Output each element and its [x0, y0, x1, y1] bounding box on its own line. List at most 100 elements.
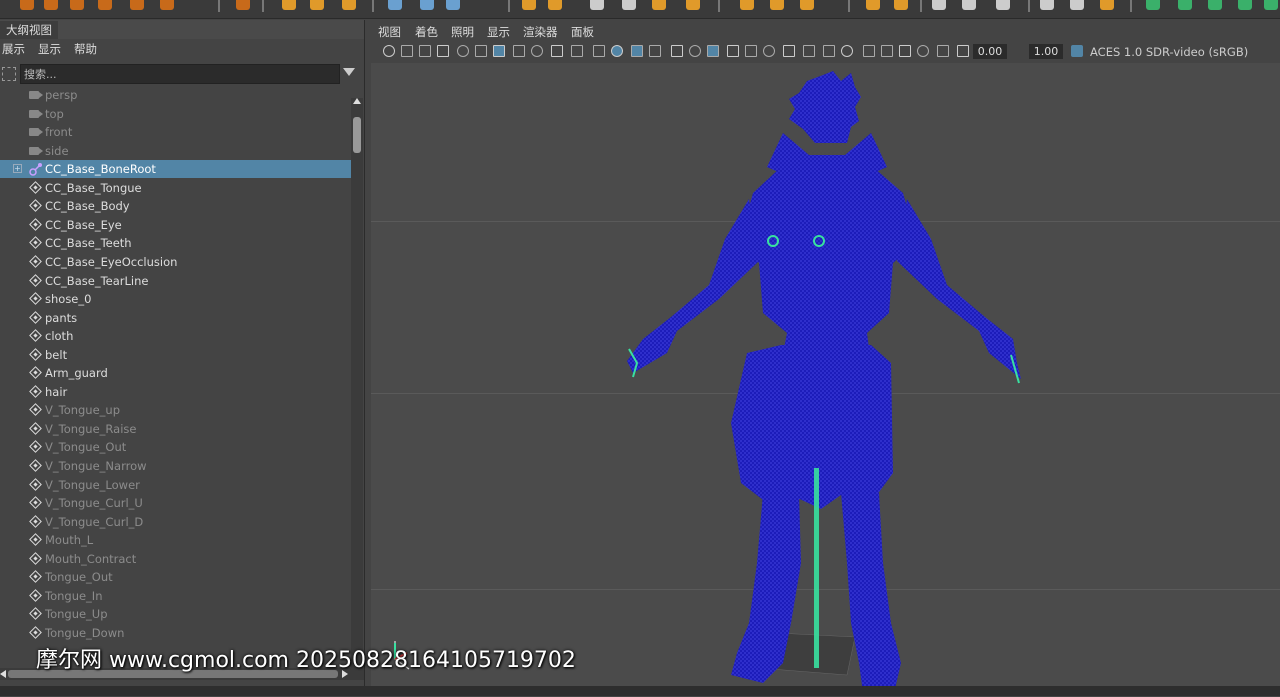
- shelf-tool-icon[interactable]: [44, 0, 58, 10]
- outliner-item[interactable]: Arm_guard: [0, 364, 351, 382]
- resolution-gate-icon[interactable]: [531, 45, 543, 57]
- outliner-menu-help[interactable]: 帮助: [74, 40, 97, 58]
- outliner-item[interactable]: V_Tongue_Curl_D: [0, 513, 351, 531]
- xray-active-icon[interactable]: [841, 45, 853, 57]
- gate-mask-icon[interactable]: [551, 45, 563, 57]
- grease-pencil-icon[interactable]: [475, 45, 487, 57]
- scroll-up-icon[interactable]: [353, 98, 361, 104]
- 2d-pan-icon[interactable]: [457, 45, 469, 57]
- shelf-tool-icon[interactable]: [1178, 0, 1192, 10]
- shelf-tool-icon[interactable]: [236, 0, 250, 10]
- color-space-label[interactable]: ACES 1.0 SDR-video (sRGB): [1090, 44, 1248, 60]
- xray-icon[interactable]: [671, 45, 683, 57]
- motion-blur-icon[interactable]: [745, 45, 757, 57]
- filter-icon[interactable]: [2, 67, 16, 81]
- shelf-tool-icon[interactable]: [130, 0, 144, 10]
- outliner-item[interactable]: belt: [0, 346, 351, 364]
- outliner-item[interactable]: Mouth_L: [0, 531, 351, 549]
- outliner-item[interactable]: Mouth_Contract: [0, 550, 351, 568]
- viewport-menu-view[interactable]: 视图: [378, 23, 401, 41]
- outliner-item[interactable]: Tongue_Up: [0, 605, 351, 623]
- character-wireframe[interactable]: [371, 63, 1280, 696]
- shelf-tool-icon[interactable]: [996, 0, 1010, 10]
- shelf-tool-icon[interactable]: [622, 0, 636, 10]
- outliner-item[interactable]: Tongue_In: [0, 587, 351, 605]
- outliner-item[interactable]: CC_Base_Eye: [0, 216, 351, 234]
- outliner-item[interactable]: CC_Base_Tongue: [0, 179, 351, 197]
- shelf-tool-icon[interactable]: [770, 0, 784, 10]
- outliner-item[interactable]: CC_Base_TearLine: [0, 272, 351, 290]
- bookmark-icon[interactable]: [419, 45, 431, 57]
- shelf-tool-icon[interactable]: [282, 0, 296, 10]
- fit-icon[interactable]: [899, 45, 911, 57]
- shelf-tool-icon[interactable]: [522, 0, 536, 10]
- shelf-tool-icon[interactable]: [740, 0, 754, 10]
- viewport-menu-lighting[interactable]: 照明: [451, 23, 474, 41]
- outliner-item[interactable]: Tongue_Down: [0, 624, 351, 642]
- gamma-icon[interactable]: [957, 45, 969, 57]
- wireframe-icon[interactable]: [611, 45, 623, 57]
- shelf-tool-icon[interactable]: [1070, 0, 1084, 10]
- shelf-tool-icon[interactable]: [548, 0, 562, 10]
- color-management-icon[interactable]: [1071, 45, 1083, 57]
- shelf-tool-icon[interactable]: [420, 0, 434, 10]
- shelf-tool-icon[interactable]: [1264, 0, 1278, 10]
- ambient-occlusion-icon[interactable]: [727, 45, 739, 57]
- outliner-item[interactable]: V_Tongue_Raise: [0, 420, 351, 438]
- outliner-item[interactable]: V_Tongue_Out: [0, 438, 351, 456]
- outliner-item[interactable]: cloth: [0, 327, 351, 345]
- select-camera-icon[interactable]: [383, 45, 395, 57]
- outliner-vertical-scrollbar[interactable]: [351, 98, 363, 678]
- outliner-item[interactable]: V_Tongue_Narrow: [0, 457, 351, 475]
- outliner-search-input[interactable]: 搜索...: [20, 64, 340, 84]
- select-icon[interactable]: [863, 45, 875, 57]
- outliner-item[interactable]: V_Tongue_Curl_U: [0, 494, 351, 512]
- default-material-icon[interactable]: [649, 45, 661, 57]
- shelf-tool-icon[interactable]: [962, 0, 976, 10]
- camera-mask-icon[interactable]: [917, 45, 929, 57]
- depth-of-field-icon[interactable]: [783, 45, 795, 57]
- shelf-tool-icon[interactable]: [932, 0, 946, 10]
- shelf-tool-icon[interactable]: [388, 0, 402, 10]
- film-gate-icon[interactable]: [513, 45, 525, 57]
- outliner-item[interactable]: shose_0: [0, 290, 351, 308]
- shelf-tool-icon[interactable]: [1040, 0, 1054, 10]
- viewport-menu-show[interactable]: 显示: [487, 23, 510, 41]
- smooth-shade-icon[interactable]: [631, 45, 643, 57]
- viewport-menu-shading[interactable]: 着色: [415, 23, 438, 41]
- resize-icon[interactable]: [881, 45, 893, 57]
- outliner-item[interactable]: V_Tongue_Lower: [0, 476, 351, 494]
- shelf-tool-icon[interactable]: [70, 0, 84, 10]
- outliner-menu-display[interactable]: 展示: [2, 40, 25, 58]
- viewport-menu-renderer[interactable]: 渲染器: [523, 23, 558, 41]
- camera-attr-icon[interactable]: [401, 45, 413, 57]
- shelf-tool-icon[interactable]: [98, 0, 112, 10]
- exposure-field[interactable]: 0.00: [973, 44, 1007, 59]
- outliner-item[interactable]: side: [0, 142, 351, 160]
- outliner-item[interactable]: top: [0, 105, 351, 123]
- outliner-item[interactable]: CC_Base_Body: [0, 197, 351, 215]
- outliner-item[interactable]: CC_Base_Teeth: [0, 234, 351, 252]
- outliner-item[interactable]: hair: [0, 383, 351, 401]
- field-chart-icon[interactable]: [571, 45, 583, 57]
- outliner-menu-show[interactable]: 显示: [38, 40, 61, 58]
- multisample-icon[interactable]: [763, 45, 775, 57]
- safe-action-icon[interactable]: [593, 45, 605, 57]
- shelf-tool-icon[interactable]: [686, 0, 700, 10]
- scroll-left-icon[interactable]: [0, 670, 6, 678]
- outliner-tab[interactable]: 大纲视图: [0, 21, 58, 39]
- shelf-tool-icon[interactable]: [1238, 0, 1252, 10]
- shelf-tool-icon[interactable]: [894, 0, 908, 10]
- outliner-item[interactable]: V_Tongue_up: [0, 401, 351, 419]
- isolate-select-icon[interactable]: [803, 45, 815, 57]
- shelf-tool-icon[interactable]: [1100, 0, 1114, 10]
- lights-icon[interactable]: [689, 45, 701, 57]
- shadows-icon[interactable]: [707, 45, 719, 57]
- gamma-field[interactable]: 1.00: [1029, 44, 1063, 59]
- outliner-item[interactable]: CC_Base_EyeOcclusion: [0, 253, 351, 271]
- shelf-tool-icon[interactable]: [1208, 0, 1222, 10]
- outliner-item[interactable]: Tongue_Out: [0, 568, 351, 586]
- outliner-item[interactable]: front: [0, 123, 351, 141]
- chevron-down-icon[interactable]: [343, 68, 355, 76]
- outliner-item[interactable]: pants: [0, 309, 351, 327]
